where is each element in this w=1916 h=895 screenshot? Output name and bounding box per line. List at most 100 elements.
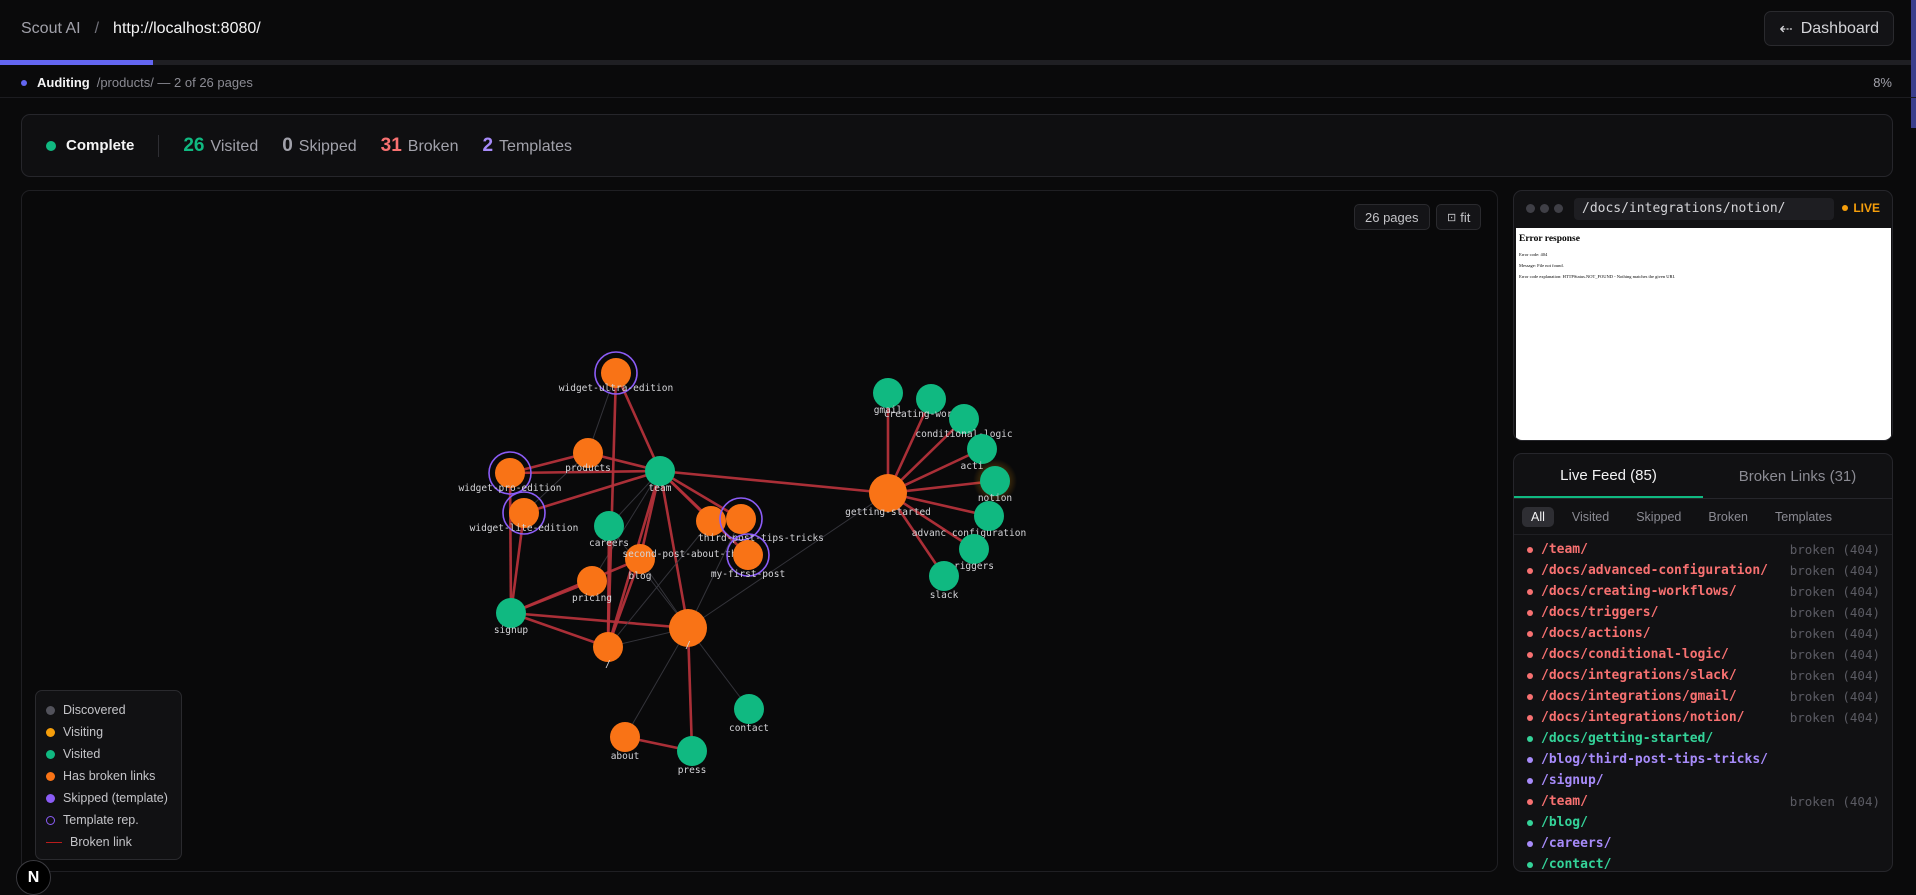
- feed-row[interactable]: /docs/getting-started/: [1514, 728, 1892, 749]
- status-dot: [1527, 819, 1533, 826]
- feed-status: broken (404): [1789, 668, 1880, 683]
- graph-node-pricing[interactable]: [577, 566, 607, 596]
- tab-broken-links[interactable]: Broken Links (31): [1703, 454, 1892, 498]
- graph-node-third-post-tips-tricks[interactable]: [726, 504, 756, 534]
- graph-node-advanced-configuration[interactable]: [974, 501, 1004, 531]
- feed-status: broken (404): [1789, 584, 1880, 599]
- app-name[interactable]: Scout AI: [21, 20, 81, 38]
- arrow-left-icon: ⇠: [1779, 20, 1793, 38]
- feed-status: broken (404): [1789, 563, 1880, 578]
- stat-number: 26: [183, 134, 205, 156]
- legend-item: Template rep.: [46, 809, 171, 831]
- feed-list[interactable]: /team/broken (404)/docs/advanced-configu…: [1514, 535, 1892, 871]
- window-dot-icon: [1526, 204, 1535, 213]
- fit-label: fit: [1460, 209, 1471, 225]
- pages-count-label: 26 pages: [1365, 209, 1419, 225]
- graph-node-slack[interactable]: [929, 561, 959, 591]
- graph-node-signup[interactable]: [496, 598, 526, 628]
- graph-node-contact[interactable]: [734, 694, 764, 724]
- feed-path: /signup/: [1541, 773, 1604, 788]
- feed-row[interactable]: /docs/conditional-logic/broken (404): [1514, 644, 1892, 665]
- legend-item: Visiting: [46, 721, 171, 743]
- feed-status: broken (404): [1789, 794, 1880, 809]
- feed-tabs: Live Feed (85) Broken Links (31): [1514, 454, 1892, 499]
- fit-button[interactable]: ⊡ fit: [1436, 204, 1482, 230]
- feed-row[interactable]: /docs/advanced-configuration/broken (404…: [1514, 560, 1892, 581]
- graph-node-label: slack: [930, 590, 959, 601]
- feed-row[interactable]: /blog/: [1514, 812, 1892, 833]
- legend-swatch: [46, 705, 55, 715]
- graph-node-label: pricing: [572, 593, 612, 604]
- live-badge: LIVE: [1842, 201, 1880, 215]
- tab-live-feed[interactable]: Live Feed (85): [1514, 454, 1703, 498]
- feed-panel: Live Feed (85) Broken Links (31) All Vis…: [1513, 453, 1893, 872]
- graph-node-about[interactable]: [610, 722, 640, 752]
- legend-item: Visited: [46, 743, 171, 765]
- feed-path: /docs/advanced-configuration/: [1541, 563, 1768, 578]
- dashboard-button[interactable]: ⇠ Dashboard: [1764, 11, 1894, 46]
- status-dot: [1527, 840, 1533, 847]
- legend-label: Broken link: [70, 835, 132, 849]
- feed-row[interactable]: /signup/: [1514, 770, 1892, 791]
- feed-row[interactable]: /careers/: [1514, 833, 1892, 854]
- graph-node-my-first-post[interactable]: [733, 540, 763, 570]
- feed-row[interactable]: /docs/integrations/slack/broken (404): [1514, 665, 1892, 686]
- graph-node-notion[interactable]: [980, 466, 1010, 496]
- filter-all[interactable]: All: [1522, 506, 1554, 527]
- graph-node-team[interactable]: [645, 456, 675, 486]
- graph-node-careers[interactable]: [594, 511, 624, 541]
- status-label: Complete: [66, 137, 135, 154]
- window-scrollbar[interactable]: [1911, 0, 1916, 128]
- feed-row[interactable]: /docs/actions/broken (404): [1514, 623, 1892, 644]
- audit-current-path: /products/ — 2 of 26 pages: [96, 75, 253, 90]
- preview-line: Message: File not found.: [1519, 263, 1564, 268]
- feed-row[interactable]: /contact/: [1514, 854, 1892, 871]
- status-dot: [1527, 693, 1533, 700]
- graph-node-press[interactable]: [677, 736, 707, 766]
- site-graph-panel[interactable]: widget-ultra-edition products team widget-p…: [21, 190, 1498, 872]
- graph-node-triggers[interactable]: [959, 534, 989, 564]
- graph-node-label: press: [678, 765, 707, 776]
- status-dot: [1527, 651, 1533, 658]
- divider: [158, 134, 160, 157]
- feed-path: /team/: [1541, 794, 1588, 809]
- audit-percent: 8%: [1873, 75, 1892, 90]
- filter-broken[interactable]: Broken: [1699, 507, 1757, 527]
- audit-progress-fill: [0, 60, 154, 65]
- feed-row[interactable]: /team/broken (404): [1514, 539, 1892, 560]
- legend-swatch: [46, 727, 55, 737]
- legend-swatch: [46, 749, 55, 759]
- legend-item: Broken link: [46, 831, 171, 853]
- complete-dot: [46, 140, 56, 151]
- pages-count-button[interactable]: 26 pages: [1354, 204, 1430, 230]
- filter-skipped[interactable]: Skipped: [1627, 507, 1690, 527]
- feed-status: broken (404): [1789, 710, 1880, 725]
- site-graph[interactable]: widget-ultra-edition products team widget-p…: [22, 191, 1498, 872]
- graph-node-label: riggers: [954, 561, 994, 572]
- feed-row[interactable]: /blog/third-post-tips-tricks/: [1514, 749, 1892, 770]
- feed-row[interactable]: /docs/integrations/gmail/broken (404): [1514, 686, 1892, 707]
- filter-visited[interactable]: Visited: [1563, 507, 1618, 527]
- feed-row[interactable]: /docs/creating-workflows/broken (404): [1514, 581, 1892, 602]
- stat-label: Templates: [499, 137, 572, 155]
- graph-node-label: /: [605, 659, 611, 670]
- feed-status: broken (404): [1789, 689, 1880, 704]
- legend-swatch: [46, 793, 55, 803]
- feed-path: /docs/integrations/gmail/: [1541, 689, 1737, 704]
- live-label: LIVE: [1853, 201, 1880, 215]
- graph-node-root[interactable]: [593, 632, 623, 662]
- stat-templates: 2 Templates: [482, 135, 572, 157]
- status-dot: [1527, 609, 1533, 616]
- broken-link-edge: [659, 469, 889, 495]
- graph-node-label: conditional-logic: [915, 429, 1012, 440]
- framework-badge-icon[interactable]: N: [16, 860, 51, 895]
- feed-row[interactable]: /docs/triggers/broken (404): [1514, 602, 1892, 623]
- feed-row[interactable]: /docs/integrations/notion/broken (404): [1514, 707, 1892, 728]
- filter-templates[interactable]: Templates: [1766, 507, 1841, 527]
- feed-status: broken (404): [1789, 605, 1880, 620]
- feed-row[interactable]: /team/broken (404): [1514, 791, 1892, 812]
- feed-path: /docs/creating-workflows/: [1541, 584, 1737, 599]
- graph-node-label: products: [565, 463, 611, 474]
- legend-label: Skipped (template): [63, 791, 168, 805]
- graph-node-gmail[interactable]: [873, 378, 903, 408]
